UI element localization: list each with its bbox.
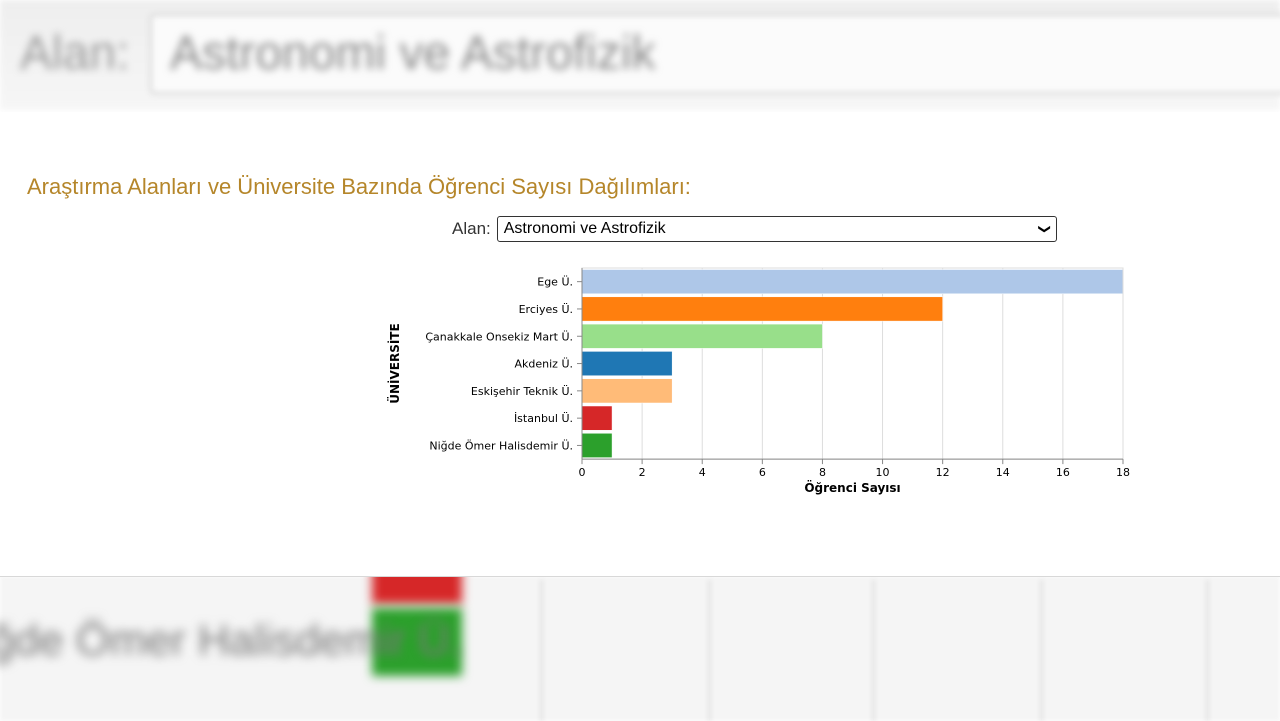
x-tick-label: 14 (996, 466, 1010, 479)
x-tick-label: 4 (699, 466, 706, 479)
x-tick-label: 12 (936, 466, 950, 479)
backdrop-gridline (1206, 580, 1209, 721)
backdrop-gridline (708, 580, 711, 721)
field-filter: Alan: Astronomi ve Astrofizik ❯ (452, 216, 1057, 242)
x-tick-label: 10 (876, 466, 890, 479)
backdrop-label: Alan: (20, 27, 130, 80)
backdrop-gridline (872, 580, 875, 721)
y-tick-label: İstanbul Ü. (514, 412, 573, 425)
bar (581, 405, 613, 431)
section-title: Araştırma Alanları ve Üniversite Bazında… (27, 174, 691, 199)
y-tick-label: Akdeniz Ü. (515, 358, 574, 371)
backdrop-gridline (540, 580, 543, 721)
x-tick-label: 16 (1056, 466, 1070, 479)
bar (581, 296, 943, 322)
x-tick-label: 8 (819, 466, 826, 479)
x-tick-label: 6 (759, 466, 766, 479)
x-axis-title: Öğrenci Sayısı (804, 480, 900, 495)
bar (581, 323, 823, 349)
x-tick-label: 2 (639, 466, 646, 479)
field-select[interactable]: Astronomi ve Astrofizik ❯ (496, 216, 1057, 242)
backdrop-field-text: Astronomi ve Astrofizik (170, 27, 656, 80)
bar (581, 269, 1124, 295)
y-tick-label: Ege Ü. (537, 276, 573, 289)
bar (581, 351, 673, 376)
y-axis-title: ÜNİVERSİTE (387, 323, 402, 403)
backdrop-gridline (1040, 580, 1043, 721)
y-tick-label: Erciyes Ü. (519, 303, 573, 316)
backdrop-text: ğde Ömer Halisdemir Ü. (0, 616, 462, 665)
y-tick-label: Eskişehir Teknik Ü. (471, 385, 573, 398)
bar-chart: Ege Ü. Erciyes Ü. Çanakkale Onsekiz Mart Ü… (380, 262, 1140, 512)
field-select-value: Astronomi ve Astrofizik (503, 220, 666, 237)
y-tick-label: Çanakkale Onsekiz Mart Ü. (425, 330, 573, 343)
bar (581, 378, 673, 404)
bar-chart-svg: Ege Ü. Erciyes Ü. Çanakkale Onsekiz Mart Ü… (387, 267, 1130, 495)
y-tick-label: Niğde Ömer Halisdemir Ü. (429, 439, 573, 452)
chart-panel: Araştırma Alanları ve Üniversite Bazında… (0, 112, 1280, 577)
chevron-down-icon: ❯ (1037, 223, 1052, 235)
x-tick-label: 0 (579, 466, 586, 479)
x-tick-label: 18 (1116, 466, 1130, 479)
bar (581, 433, 613, 458)
field-filter-label: Alan: (452, 219, 491, 238)
